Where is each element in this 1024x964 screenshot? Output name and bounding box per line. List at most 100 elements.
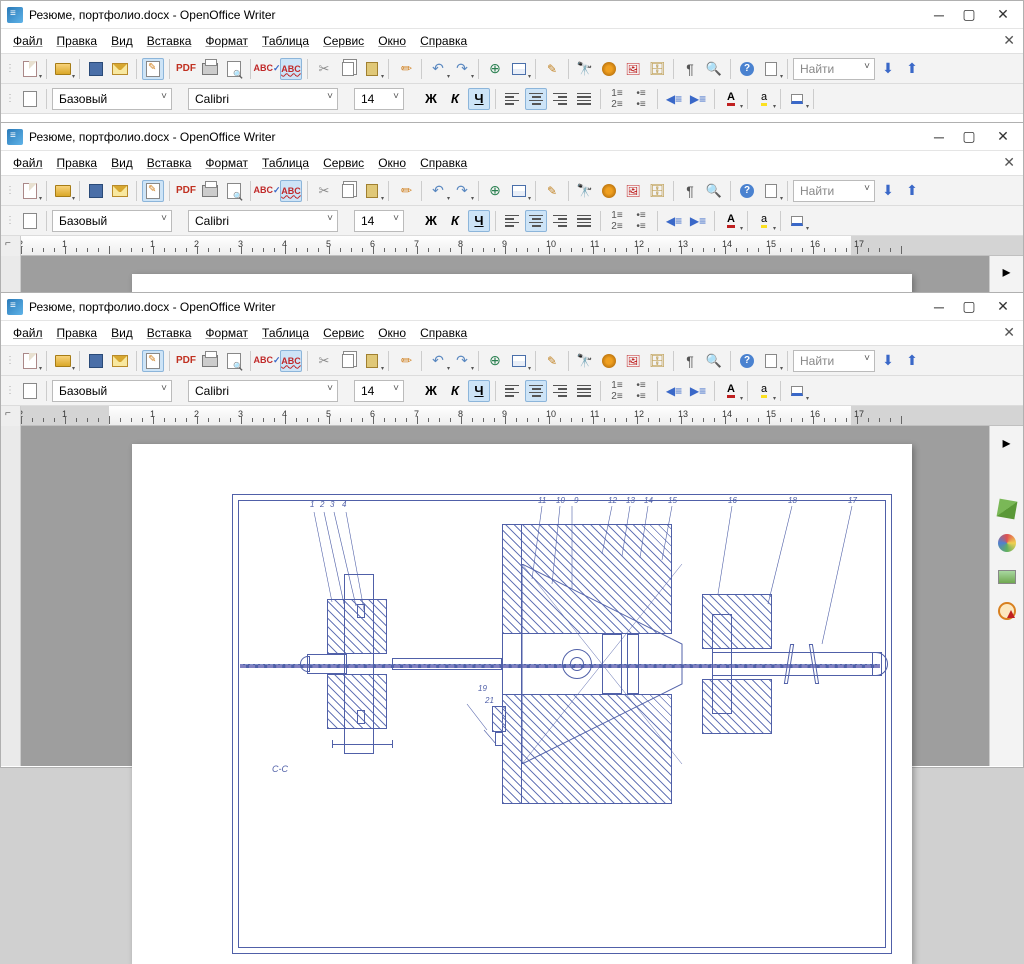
- hyperlink-button[interactable]: ⊕: [484, 180, 506, 202]
- font-size-select[interactable]: 14: [354, 88, 404, 110]
- align-left-button[interactable]: [501, 88, 523, 110]
- bullet-list-button[interactable]: •≡•≡: [630, 88, 652, 110]
- redo-button[interactable]: ↷: [451, 180, 473, 202]
- find-combobox[interactable]: Найти: [793, 180, 875, 202]
- navigator-button[interactable]: [598, 58, 620, 80]
- document-close-icon[interactable]: ✕: [1003, 154, 1015, 171]
- datasources-button[interactable]: 🗄: [646, 58, 668, 80]
- show-draw-button[interactable]: ✎: [541, 58, 563, 80]
- bg-color-button[interactable]: [786, 88, 808, 110]
- highlight-button[interactable]: a: [753, 88, 775, 110]
- sidebar-navigator-icon[interactable]: [996, 600, 1018, 622]
- menu-view[interactable]: Вид: [105, 154, 139, 172]
- find-prev-button[interactable]: ⬆: [901, 350, 923, 372]
- horizontal-ruler[interactable]: 211234567891011121314151617: [21, 236, 1023, 256]
- find-combobox[interactable]: Найти: [793, 58, 875, 80]
- document-close-icon[interactable]: ✕: [1003, 324, 1015, 341]
- nonprinting-button[interactable]: ¶: [679, 350, 701, 372]
- menu-format[interactable]: Формат: [199, 32, 254, 50]
- find-next-button[interactable]: ⬇: [877, 58, 899, 80]
- autocheck-button[interactable]: ABC: [280, 58, 302, 80]
- align-justify-button[interactable]: [573, 210, 595, 232]
- bg-color-button[interactable]: [786, 380, 808, 402]
- cut-button[interactable]: ✂: [313, 350, 335, 372]
- help-button[interactable]: ?: [736, 350, 758, 372]
- menu-help[interactable]: Справка: [414, 324, 473, 342]
- menu-file[interactable]: Файл: [7, 154, 49, 172]
- format-paintbrush-button[interactable]: ✐: [394, 58, 416, 80]
- export-pdf-button[interactable]: PDF: [175, 180, 197, 202]
- font-name-select[interactable]: Calibri: [188, 380, 338, 402]
- find-combobox[interactable]: Найти: [793, 350, 875, 372]
- find-replace-button[interactable]: 🔭: [574, 350, 596, 372]
- bold-button[interactable]: Ж: [420, 88, 442, 110]
- open-button[interactable]: [52, 350, 74, 372]
- insert-table-button[interactable]: [508, 180, 530, 202]
- numbered-list-button[interactable]: 1≡2≡: [606, 380, 628, 402]
- find-next-button[interactable]: ⬇: [877, 350, 899, 372]
- print-preview-button[interactable]: [223, 180, 245, 202]
- menu-format[interactable]: Формат: [199, 154, 254, 172]
- document-area[interactable]: 1 2 3 4 11 10 9 12 13 14 15 16 18 17 19 …: [1, 426, 1023, 766]
- copy-button[interactable]: [337, 180, 359, 202]
- font-name-select[interactable]: Calibri: [188, 210, 338, 232]
- close-button[interactable]: ✕: [993, 9, 1013, 21]
- redo-button[interactable]: ↷: [451, 58, 473, 80]
- new-doc-button[interactable]: [19, 58, 41, 80]
- find-replace-button[interactable]: 🔭: [574, 58, 596, 80]
- undo-button[interactable]: ↶: [427, 58, 449, 80]
- italic-button[interactable]: К: [444, 380, 466, 402]
- menu-edit[interactable]: Правка: [51, 154, 104, 172]
- help-button[interactable]: ?: [736, 180, 758, 202]
- email-button[interactable]: [109, 350, 131, 372]
- copy-button[interactable]: [337, 58, 359, 80]
- menu-help[interactable]: Справка: [414, 32, 473, 50]
- spellcheck-button[interactable]: ABC✓: [256, 180, 278, 202]
- font-size-select[interactable]: 14: [354, 210, 404, 232]
- styles-button[interactable]: [19, 210, 41, 232]
- align-justify-button[interactable]: [573, 380, 595, 402]
- document-area[interactable]: ▸: [1, 256, 1023, 296]
- menu-tools[interactable]: Сервис: [317, 32, 370, 50]
- print-button[interactable]: [199, 58, 221, 80]
- menu-view[interactable]: Вид: [105, 32, 139, 50]
- find-prev-button[interactable]: ⬆: [901, 58, 923, 80]
- highlight-button[interactable]: a: [753, 380, 775, 402]
- align-justify-button[interactable]: [573, 88, 595, 110]
- decrease-indent-button[interactable]: ◀≡: [663, 380, 685, 402]
- menu-window[interactable]: Окно: [372, 32, 412, 50]
- align-center-button[interactable]: [525, 88, 547, 110]
- print-preview-button[interactable]: [223, 58, 245, 80]
- find-replace-button[interactable]: 🔭: [574, 180, 596, 202]
- new-doc-button[interactable]: [19, 350, 41, 372]
- sidebar-toggle-icon[interactable]: ▸: [996, 432, 1018, 454]
- increase-indent-button[interactable]: ▶≡: [687, 210, 709, 232]
- close-button[interactable]: ✕: [993, 301, 1013, 313]
- paste-button[interactable]: [361, 180, 383, 202]
- copy-button[interactable]: [337, 350, 359, 372]
- menu-insert[interactable]: Вставка: [141, 324, 198, 342]
- align-center-button[interactable]: [525, 380, 547, 402]
- find-prev-button[interactable]: ⬆: [901, 180, 923, 202]
- align-right-button[interactable]: [549, 88, 571, 110]
- paragraph-style-select[interactable]: Базовый: [52, 88, 172, 110]
- navigator-button[interactable]: [598, 350, 620, 372]
- help-button[interactable]: ?: [736, 58, 758, 80]
- vertical-ruler[interactable]: [1, 256, 21, 296]
- datasources-button[interactable]: 🗄: [646, 180, 668, 202]
- bullet-list-button[interactable]: •≡•≡: [630, 380, 652, 402]
- save-button[interactable]: [85, 350, 107, 372]
- cut-button[interactable]: ✂: [313, 180, 335, 202]
- menu-insert[interactable]: Вставка: [141, 32, 198, 50]
- menu-help[interactable]: Справка: [414, 154, 473, 172]
- menu-window[interactable]: Окно: [372, 154, 412, 172]
- redo-button[interactable]: ↷: [451, 350, 473, 372]
- format-paintbrush-button[interactable]: ✐: [394, 180, 416, 202]
- styles-button[interactable]: [19, 88, 41, 110]
- whatsthis-button[interactable]: [760, 180, 782, 202]
- font-size-select[interactable]: 14: [354, 380, 404, 402]
- nonprinting-button[interactable]: ¶: [679, 58, 701, 80]
- menu-file[interactable]: Файл: [7, 324, 49, 342]
- new-doc-button[interactable]: [19, 180, 41, 202]
- menu-insert[interactable]: Вставка: [141, 154, 198, 172]
